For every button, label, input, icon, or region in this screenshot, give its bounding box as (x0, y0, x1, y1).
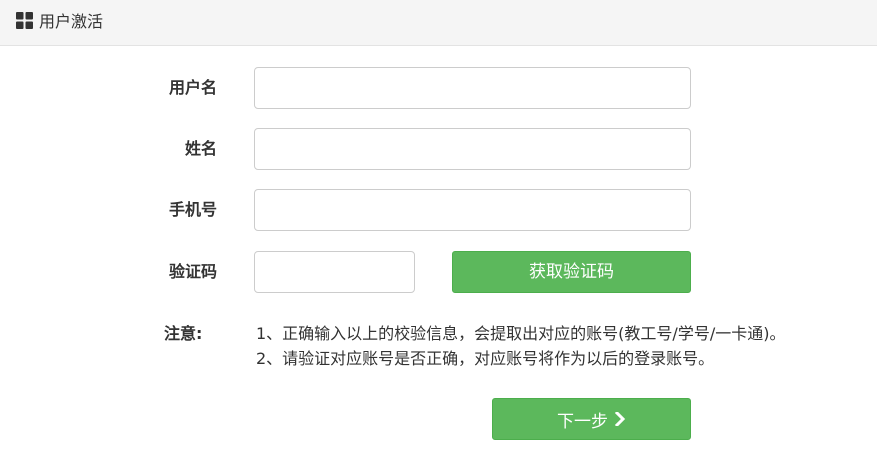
username-input[interactable] (254, 67, 691, 109)
next-step-button[interactable]: 下一步 (492, 398, 691, 440)
notes-label: 注意: (164, 324, 203, 343)
note-line-2: 2、请验证对应账号是否正确，对应账号将作为以后的登录账号。 (256, 349, 715, 368)
next-step-label: 下一步 (557, 411, 608, 432)
name-input[interactable] (254, 128, 691, 170)
name-label: 姓名 (184, 139, 217, 158)
page-header: 用户激活 (0, 0, 877, 46)
get-captcha-button[interactable]: 获取验证码 (452, 251, 691, 293)
captcha-input[interactable] (254, 251, 415, 293)
note-line-1: 1、正确输入以上的校验信息，会提取出对应的账号(教工号/学号/一卡通)。 (256, 324, 786, 343)
username-label: 用户名 (168, 78, 217, 97)
grid-icon (16, 12, 33, 29)
phone-input[interactable] (254, 189, 691, 231)
chevron-right-icon (614, 412, 626, 426)
captcha-label: 验证码 (168, 262, 217, 281)
phone-label: 手机号 (168, 200, 217, 219)
page-title: 用户激活 (39, 12, 104, 31)
